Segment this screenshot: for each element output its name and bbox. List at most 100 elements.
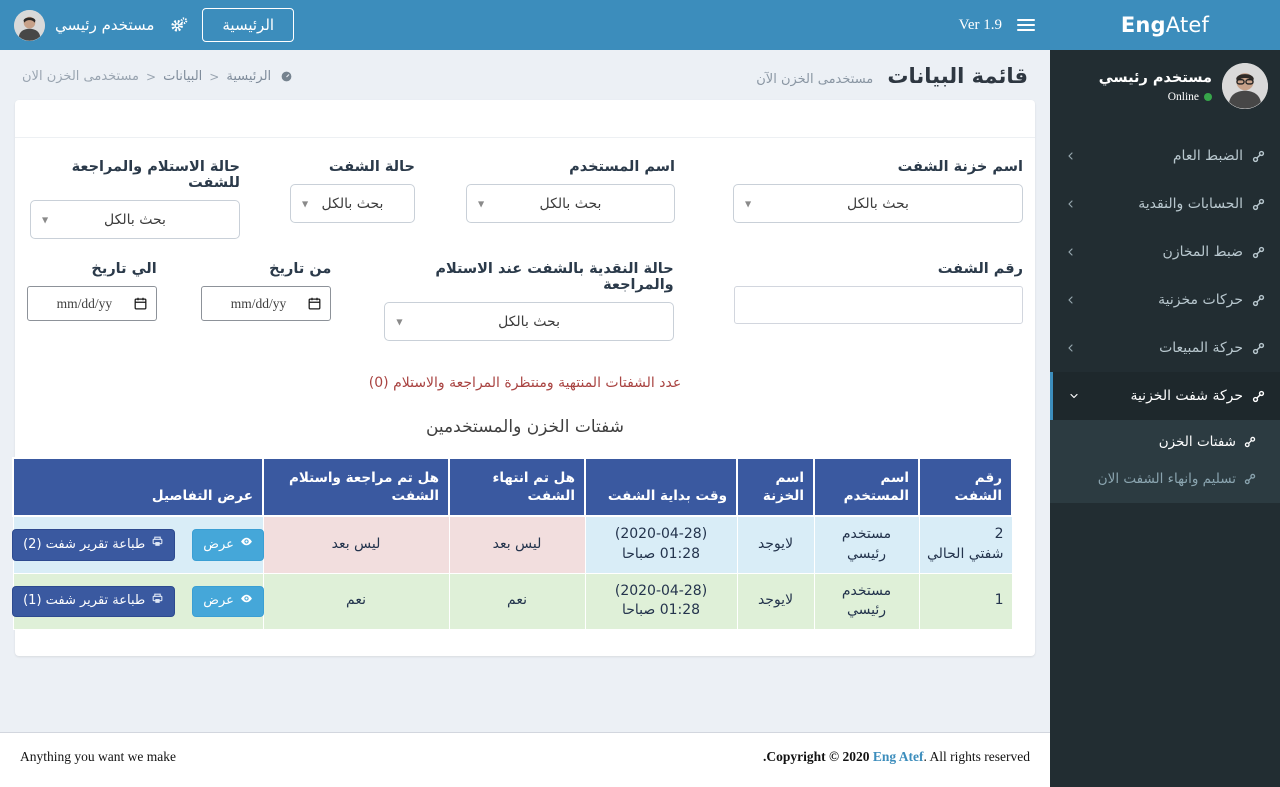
copyright-text: .Copyright © 2020 Eng Atef. All rights r… — [763, 749, 1030, 765]
breadcrumb-separator: < — [209, 69, 220, 84]
navbar-user[interactable]: مستخدم رئيسي — [14, 9, 155, 41]
treasury-select[interactable]: بحث بالكل ▼ — [733, 184, 1023, 223]
cell-treasury-name: لايوجد — [736, 515, 815, 574]
date-placeholder: mm/dd/yy — [230, 295, 287, 311]
shift-number: 2 — [994, 526, 1004, 543]
print-shift-report-button[interactable]: طباعة تقرير شفت (2) — [12, 529, 176, 561]
print-shift-report-button[interactable]: طباعة تقرير شفت (1) — [12, 585, 176, 617]
col-shift-number: رقم الشفت — [918, 456, 1013, 518]
sidebar-item-inventory-moves[interactable]: حركات مخزنية — [1050, 276, 1280, 324]
filter-cash-status: حالة النقدية بالشفت عند الاستلام والمراج… — [384, 261, 674, 341]
cash-status-select[interactable]: بحث بالكل ▼ — [384, 302, 674, 341]
sidebar-item-label: حركة المبيعات — [1159, 340, 1243, 356]
filter-label: رقم الشفت — [937, 261, 1023, 277]
cell-details: عرض طباعة تقرير شفت (1) — [12, 572, 264, 630]
chevron-left-icon — [1065, 246, 1077, 258]
breadcrumb-data[interactable]: البيانات — [163, 69, 202, 84]
print-button-label: طباعة تقرير شفت (2) — [23, 536, 146, 552]
dashboard-icon — [280, 70, 293, 83]
breadcrumb-home[interactable]: الرئيسية — [226, 69, 271, 84]
pending-shifts-count: عدد الشفتات المنتهية ومنتظرة المراجعة وا… — [368, 375, 682, 391]
filter-review-status: حالة الاستلام والمراجعة للشفت بحث بالكل … — [30, 159, 240, 239]
data-card: اسم خزنة الشفت بحث بالكل ▼ اسم المستخدم … — [12, 100, 1035, 656]
view-button-label: عرض — [203, 593, 234, 609]
select-value: بحث بالكل — [321, 195, 384, 212]
cell-is-reviewed: ليس بعد — [262, 515, 450, 574]
date-placeholder: mm/dd/yy — [56, 295, 113, 311]
view-button[interactable]: عرض — [192, 529, 264, 561]
print-button-label: طباعة تقرير شفت (1) — [23, 593, 146, 609]
view-button[interactable]: عرض — [192, 585, 264, 617]
chevron-left-icon — [1065, 198, 1077, 210]
sidebar-item-sales-moves[interactable]: حركة المبيعات — [1050, 324, 1280, 372]
table-row: 1 مستخدم رئيسي لايوجد (2020-04-28) 01:28… — [12, 572, 1013, 630]
content-area: قائمة البيانات مستخدمى الخزن الآن الرئيس… — [0, 50, 1050, 732]
calendar-icon[interactable] — [307, 296, 322, 311]
chevron-left-icon — [1065, 294, 1077, 306]
card-body: اسم خزنة الشفت بحث بالكل ▼ اسم المستخدم … — [12, 138, 1035, 656]
online-dot-icon — [1204, 92, 1212, 101]
filter-label: حالة الشفت — [328, 159, 415, 175]
caret-down-icon: ▼ — [478, 199, 485, 208]
footer: .Copyright © 2020 Eng Atef. All rights r… — [0, 732, 1050, 787]
sidebar-user-panel: مستخدم رئيسي Online — [1050, 50, 1280, 124]
submenu-item-deliver-end-shift[interactable]: تسليم وانهاء الشفت الان — [1050, 460, 1280, 497]
view-button-label: عرض — [203, 536, 234, 552]
filter-shift-number: رقم الشفت — [733, 261, 1023, 324]
sidebar-item-treasury-shift-moves[interactable]: حركة شفت الخزنية — [1050, 372, 1280, 420]
shift-number-input[interactable] — [733, 286, 1023, 324]
caret-down-icon: ▼ — [396, 317, 403, 326]
table-title: شفتات الخزن والمستخدمين — [425, 417, 624, 437]
caret-down-icon: ▼ — [302, 199, 309, 208]
sidebar-item-warehouse-settings[interactable]: ضبط المخازن — [1050, 228, 1280, 276]
shifts-table: رقم الشفت اسم المستخدم اسم الخزنة وقت بد… — [12, 456, 1013, 630]
calendar-icon[interactable] — [133, 296, 148, 311]
link-icon — [1252, 390, 1265, 403]
copyright-author-link[interactable]: Eng Atef — [873, 749, 924, 764]
page-title-group: قائمة البيانات مستخدمى الخزن الآن — [756, 64, 1028, 88]
brand-logo[interactable]: Eng Atef — [1050, 0, 1280, 50]
filter-label: اسم المستخدم — [569, 159, 675, 175]
review-status-select[interactable]: بحث بالكل ▼ — [30, 200, 240, 239]
date-from-input[interactable]: mm/dd/yy — [200, 286, 332, 321]
print-icon — [151, 592, 164, 611]
link-icon — [1252, 342, 1265, 355]
navbar-user-name: مستخدم رئيسي — [55, 16, 155, 34]
breadcrumb: الرئيسية < البيانات < مستخدمى الخزن الان — [22, 69, 293, 84]
sidebar-item-general-settings[interactable]: الضبط العام — [1050, 132, 1280, 180]
filter-shift-status: حالة الشفت بحث بالكل ▼ — [290, 159, 415, 223]
cell-treasury-name: لايوجد — [736, 572, 815, 630]
avatar-image — [1222, 63, 1268, 109]
cell-is-ended: ليس بعد — [448, 515, 586, 574]
sidebar: Eng Atef مستخدم رئيسي Online الضبط العام… — [1050, 0, 1280, 787]
submenu-item-treasury-shifts[interactable]: شفتات الخزن — [1050, 423, 1280, 460]
link-icon — [1252, 246, 1265, 259]
page-title: قائمة البيانات — [887, 64, 1028, 88]
col-user-name: اسم المستخدم — [813, 456, 920, 518]
sidebar-item-label: الحسابات والنقدية — [1138, 196, 1243, 212]
navbar-avatar — [14, 9, 45, 41]
sidebar-user-info: مستخدم رئيسي Online — [1099, 70, 1222, 103]
col-details: عرض التفاصيل — [12, 456, 264, 518]
breadcrumb-separator: < — [146, 69, 157, 84]
sidebar-user-name: مستخدم رئيسي — [1098, 69, 1212, 86]
user-status[interactable]: Online — [1099, 91, 1212, 103]
filter-user-name: اسم المستخدم بحث بالكل ▼ — [466, 159, 675, 223]
sidebar-filler — [1050, 503, 1280, 787]
footer-tagline: Anything you want we make — [20, 749, 176, 764]
hamburger-icon[interactable] — [1002, 0, 1050, 50]
cogs-icon[interactable] — [170, 16, 188, 34]
copyright-prefix: .Copyright © 2020 — [763, 749, 873, 764]
filter-label: الي تاريخ — [91, 261, 157, 277]
user-select[interactable]: بحث بالكل ▼ — [466, 184, 675, 223]
date-to-input[interactable]: mm/dd/yy — [27, 286, 157, 321]
shift-status-select[interactable]: بحث بالكل ▼ — [290, 184, 415, 223]
main-column: Ver 1.9 الرئيسية مستخدم رئيسي قائمة البي… — [0, 0, 1050, 787]
sidebar-item-accounts-cash[interactable]: الحسابات والنقدية — [1050, 180, 1280, 228]
table-header-row: رقم الشفت اسم المستخدم اسم الخزنة وقت بد… — [12, 456, 1013, 518]
sidebar-item-label: حركة شفت الخزنية — [1130, 388, 1243, 404]
cell-is-reviewed: نعم — [262, 572, 450, 630]
copyright-suffix: . All rights reserved — [923, 749, 1030, 764]
filter-label: اسم خزنة الشفت — [897, 159, 1023, 175]
home-button[interactable]: الرئيسية — [202, 8, 295, 42]
